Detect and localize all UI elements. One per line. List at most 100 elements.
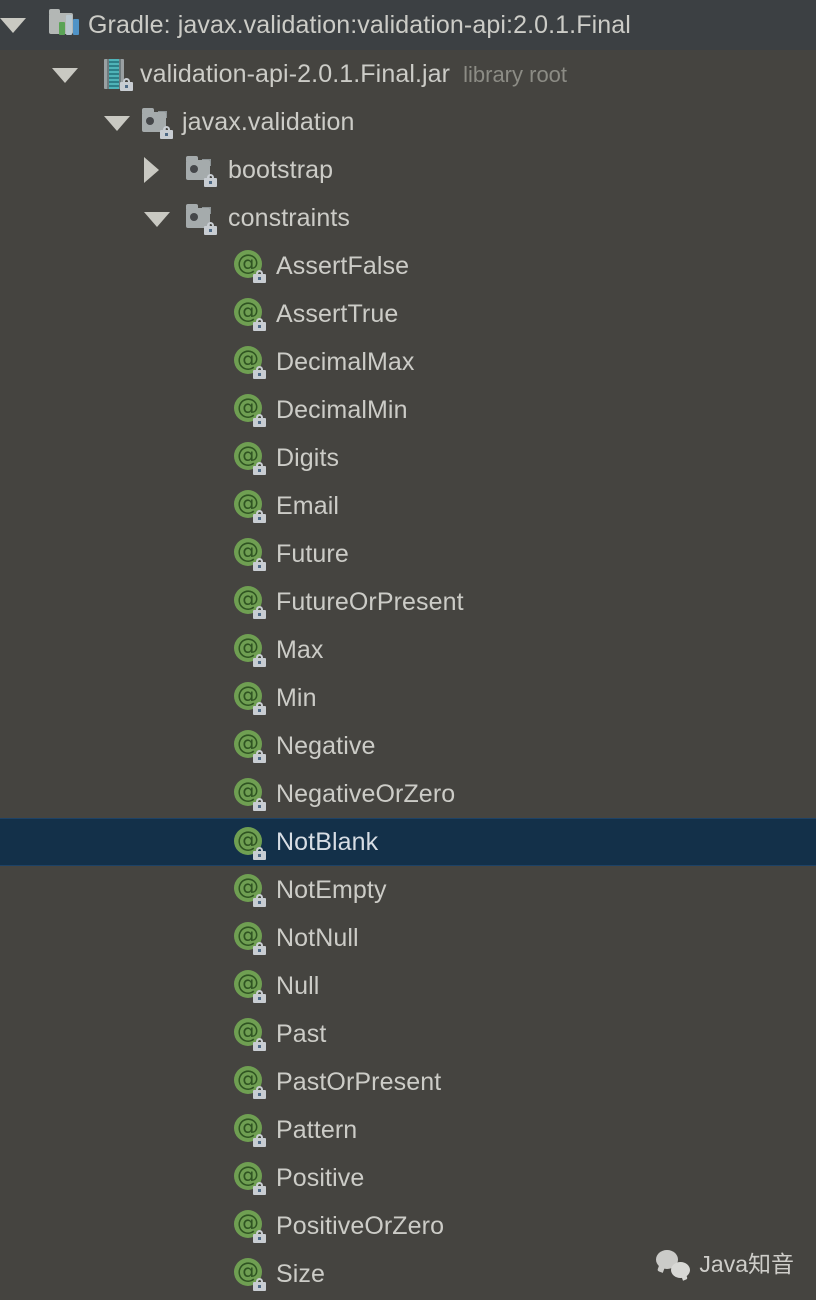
lock-badge-icon (253, 654, 266, 667)
lock-badge-icon (253, 798, 266, 811)
tree-row[interactable]: @ NotBlank (0, 818, 816, 866)
tree-row[interactable]: @ NotNull (0, 914, 816, 962)
tree-row-text: javax.validation (182, 108, 355, 136)
chevron-down-icon[interactable] (52, 68, 78, 83)
annotation-icon: @ (233, 585, 267, 619)
watermark-label: Java知音 (699, 1251, 794, 1277)
tree-row[interactable]: @ FutureOrPresent (0, 578, 816, 626)
tree-row[interactable]: @ AssertTrue (0, 290, 816, 338)
tree-row-text: DecimalMin (276, 396, 408, 424)
tree-row-text: Email (276, 492, 339, 520)
annotation-icon: @ (233, 729, 267, 763)
tree-row-label: Min (276, 684, 317, 712)
annotation-icon: @ (233, 441, 267, 475)
tree-row[interactable]: @ NegativeOrZero (0, 770, 816, 818)
tree-row[interactable]: @ Min (0, 674, 816, 722)
tree-row-sublabel: library root (463, 62, 568, 87)
lock-badge-icon (253, 990, 266, 1003)
wechat-icon (656, 1250, 691, 1278)
gradle-library-icon (48, 7, 82, 41)
lock-badge-icon (204, 222, 217, 235)
tree-row[interactable]: javax.validation (0, 98, 816, 146)
annotation-icon: @ (233, 489, 267, 523)
chevron-right-icon[interactable] (144, 157, 159, 183)
tree-row[interactable]: @ Pattern (0, 1106, 816, 1154)
tree-row[interactable]: @ Positive (0, 1154, 816, 1202)
tree-row-text: Digits (276, 444, 339, 472)
chevron-down-icon[interactable] (144, 212, 170, 227)
tree-row[interactable]: @ Negative (0, 722, 816, 770)
lock-badge-icon (253, 366, 266, 379)
annotation-icon: @ (233, 1065, 267, 1099)
tree-row-text: Gradle: javax.validation:validation-api:… (88, 11, 631, 39)
tree-row[interactable]: @ PositiveOrZero (0, 1202, 816, 1250)
tree-row-text: PositiveOrZero (276, 1212, 444, 1240)
lock-badge-icon (253, 702, 266, 715)
tree-row-text: AssertTrue (276, 300, 398, 328)
lock-badge-icon (253, 414, 266, 427)
tree-row-label: DecimalMin (276, 396, 408, 424)
tree-row-text: NotBlank (276, 828, 378, 856)
lock-badge-icon (253, 1278, 266, 1291)
tree-row-text: FutureOrPresent (276, 588, 464, 616)
tree-row[interactable]: @ Future (0, 530, 816, 578)
tree-row-label: Negative (276, 732, 376, 760)
annotation-icon: @ (233, 826, 267, 860)
tree-row-text: AssertFalse (276, 252, 409, 280)
tree-row-text: bootstrap (228, 156, 333, 184)
annotation-icon: @ (233, 297, 267, 331)
tree-row-text: Positive (276, 1164, 364, 1192)
tree-row[interactable]: constraints (0, 194, 816, 242)
tree-row-text: Future (276, 540, 349, 568)
tree-row-label: NegativeOrZero (276, 780, 456, 808)
lock-badge-icon (253, 558, 266, 571)
tree-row[interactable]: @ Past (0, 1010, 816, 1058)
tree-row-label: constraints (228, 204, 350, 232)
tree-row-label: javax.validation (182, 108, 355, 136)
tree-row[interactable]: @ DecimalMax (0, 338, 816, 386)
lock-badge-icon (253, 462, 266, 475)
lock-badge-icon (253, 606, 266, 619)
tree-row[interactable]: @ Email (0, 482, 816, 530)
tree-row[interactable]: bootstrap (0, 146, 816, 194)
annotation-icon: @ (233, 393, 267, 427)
tree-row[interactable]: Gradle: javax.validation:validation-api:… (0, 0, 816, 50)
lock-badge-icon (204, 174, 217, 187)
tree-row-label: bootstrap (228, 156, 334, 184)
tree-row[interactable]: @ AssertFalse (0, 242, 816, 290)
tree-row-label: AssertFalse (276, 252, 410, 280)
tree-row-label: DecimalMax (276, 348, 415, 376)
jar-archive-icon (100, 57, 134, 91)
tree-row-label: AssertTrue (276, 300, 399, 328)
tree-row[interactable]: @ NotEmpty (0, 866, 816, 914)
annotation-icon: @ (233, 345, 267, 379)
tree-row-label: Pattern (276, 1116, 358, 1144)
annotation-icon: @ (233, 1017, 267, 1051)
tree-row[interactable]: @ Null (0, 962, 816, 1010)
tree-row-text: validation-api-2.0.1.Final.jar library ro… (140, 60, 567, 88)
tree-row[interactable]: @ PastOrPresent (0, 1058, 816, 1106)
lock-badge-icon (253, 270, 266, 283)
package-folder-icon (184, 201, 218, 235)
lock-badge-icon (160, 126, 173, 139)
tree-row[interactable]: validation-api-2.0.1.Final.jar library ro… (0, 50, 816, 98)
annotation-icon: @ (233, 1209, 267, 1243)
annotation-icon: @ (233, 969, 267, 1003)
annotation-icon: @ (233, 537, 267, 571)
tree-row-label: PositiveOrZero (276, 1212, 445, 1240)
tree-row-text: DecimalMax (276, 348, 415, 376)
tree-row-text: constraints (228, 204, 350, 232)
tree-row[interactable]: @ Max (0, 626, 816, 674)
tree-row-text: PastOrPresent (276, 1068, 441, 1096)
tree-row[interactable]: @ DecimalMin (0, 386, 816, 434)
project-tree[interactable]: Gradle: javax.validation:validation-api:… (0, 0, 816, 1300)
lock-badge-icon (253, 942, 266, 955)
chevron-down-icon[interactable] (104, 116, 130, 131)
lock-badge-icon (253, 894, 266, 907)
tree-row[interactable]: @ Digits (0, 434, 816, 482)
package-folder-icon (184, 153, 218, 187)
annotation-icon: @ (233, 1113, 267, 1147)
tree-row-text: Size (276, 1260, 325, 1288)
tree-row-label: Future (276, 540, 349, 568)
chevron-down-icon[interactable] (0, 18, 26, 33)
